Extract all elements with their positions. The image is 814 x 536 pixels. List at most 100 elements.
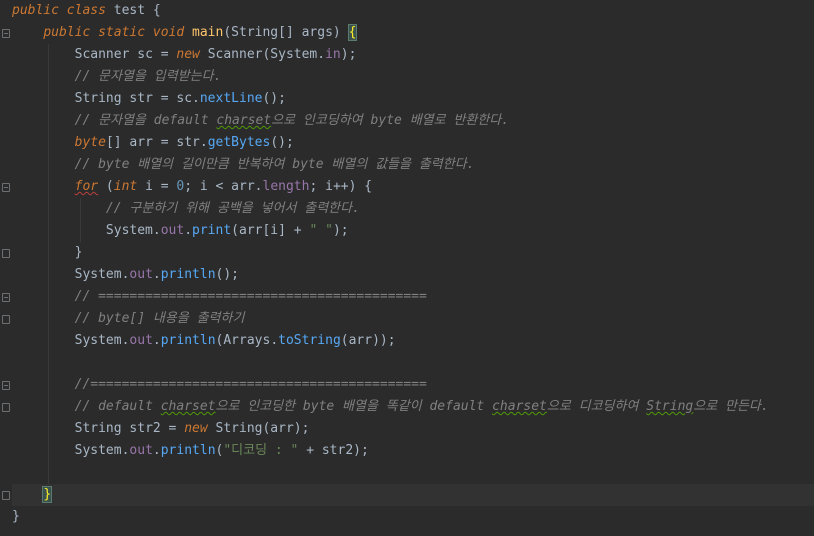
code-line[interactable]: // 문자열을 입력받는다. (12, 66, 814, 88)
code-line[interactable]: // =====================================… (12, 286, 814, 308)
indent-guide (48, 264, 49, 286)
code-token: charset (492, 399, 547, 414)
fold-marker-icon[interactable] (2, 29, 10, 38)
code-line[interactable]: // byte 배열의 길이만큼 반복하여 byte 배열의 값들을 출력한다. (12, 154, 814, 176)
fold-marker-icon[interactable] (2, 315, 10, 324)
code-token: println (160, 333, 216, 348)
fold-marker-icon[interactable] (2, 249, 10, 258)
code-line[interactable]: public class test { (12, 0, 814, 22)
code-token: ; i++) { (309, 179, 373, 194)
code-token: ( (98, 179, 114, 194)
code-line[interactable]: // 구분하기 위해 공백을 넣어서 출력한다. (12, 198, 814, 220)
indent-guide (48, 110, 49, 132)
code-token: ; i < arr. (184, 179, 263, 194)
code-token: for (74, 179, 99, 194)
fold-marker-icon[interactable] (2, 293, 10, 302)
code-token: + str2); (298, 443, 369, 458)
code-line[interactable]: Scanner sc = new Scanner(System.in); (12, 44, 814, 66)
code-token: { (347, 24, 358, 41)
code-token: println (160, 443, 216, 458)
code-line[interactable]: String str2 = new String(arr); (12, 418, 814, 440)
indent-guide (48, 154, 49, 176)
indent-guide (48, 440, 49, 462)
code-editor[interactable]: public class test { public static void m… (0, 0, 814, 536)
code-token: (); (262, 91, 286, 106)
code-line[interactable]: } (12, 242, 814, 264)
indent-guide (48, 132, 49, 154)
fold-marker-icon[interactable] (2, 183, 10, 192)
indent-guide (48, 198, 49, 220)
indent-guide (48, 242, 49, 264)
code-line[interactable]: //======================================… (12, 374, 814, 396)
code-token: println (160, 267, 216, 282)
code-token: 으로 인코딩하여 byte 배열로 반환한다. (271, 113, 510, 128)
indent-guide (48, 88, 49, 110)
code-token: . (184, 223, 193, 238)
code-line[interactable] (12, 352, 814, 374)
code-line[interactable]: byte[] arr = str.getBytes(); (12, 132, 814, 154)
code-token: out (129, 333, 153, 348)
code-line[interactable]: String str = sc.nextLine(); (12, 88, 814, 110)
code-token: System. (105, 223, 161, 238)
indent-guide (48, 66, 49, 88)
code-token: "디코딩 : " (223, 443, 299, 458)
code-line[interactable]: public static void main(String[] args) { (12, 22, 814, 44)
indent-guide (48, 374, 49, 396)
indent-guide (80, 220, 81, 242)
code-line[interactable]: } (12, 506, 814, 528)
code-token: . (152, 333, 161, 348)
indent-guide (48, 396, 49, 418)
code-token: charset (216, 113, 272, 128)
code-token: Scanner(System. (207, 47, 326, 62)
code-token: // byte[] 내용을 출력하기 (74, 311, 245, 326)
code-token: toString (278, 333, 341, 348)
indent-guide (48, 418, 49, 440)
indent-guide (48, 462, 49, 484)
code-token: String (646, 399, 694, 414)
fold-marker-icon[interactable] (2, 403, 10, 412)
code-area[interactable]: public class test { public static void m… (12, 0, 814, 528)
fold-marker-icon[interactable] (2, 381, 10, 390)
indent-guide (48, 330, 49, 352)
code-line[interactable] (12, 462, 814, 484)
code-token: charset (160, 399, 216, 414)
code-line[interactable]: } (12, 484, 814, 506)
text-caret (51, 486, 53, 503)
code-line[interactable]: System.out.print(arr[i] + " "); (12, 220, 814, 242)
code-token: ); (332, 223, 349, 238)
code-token: System. (74, 443, 130, 458)
code-token: String str2 = (74, 421, 185, 436)
code-line[interactable]: // 문자열을 default charset으로 인코딩하여 byte 배열로… (12, 110, 814, 132)
indent-guide (48, 220, 49, 242)
code-line[interactable]: // default charset으로 인코딩한 byte 배열을 똑같이 d… (12, 396, 814, 418)
code-token: } (74, 245, 83, 260)
code-token: { (152, 3, 161, 18)
code-line[interactable]: // byte[] 내용을 출력하기 (12, 308, 814, 330)
code-line[interactable]: for (int i = 0; i < arr.length; i++) { (12, 176, 814, 198)
fold-marker-icon[interactable] (2, 491, 10, 500)
code-token: (Arrays. (215, 333, 279, 348)
code-line[interactable]: System.out.println(); (12, 264, 814, 286)
code-token: 으로 만든다. (693, 399, 769, 414)
code-token: new (184, 421, 216, 436)
code-token: (String[] args) (223, 25, 349, 40)
indent-guide (48, 308, 49, 330)
code-token: // 구분하기 위해 공백을 넣어서 출력한다. (105, 201, 360, 216)
code-line[interactable]: System.out.println(Arrays.toString(arr))… (12, 330, 814, 352)
code-token: // 문자열을 default (74, 113, 217, 128)
code-token: test (113, 3, 153, 18)
code-line[interactable]: System.out.println("디코딩 : " + str2); (12, 440, 814, 462)
code-token: [] arr = str. (105, 135, 208, 150)
code-token: // default (74, 399, 161, 414)
code-token: nextLine (199, 91, 263, 106)
